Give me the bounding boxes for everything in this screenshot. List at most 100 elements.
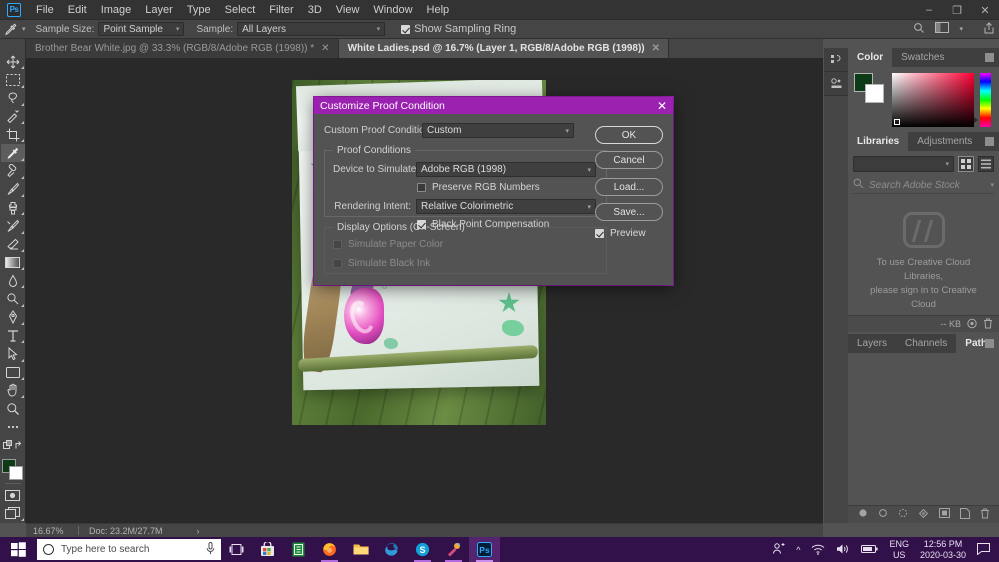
panel-menu-icon[interactable]: [985, 137, 994, 146]
rectangular-marquee-tool[interactable]: [1, 71, 25, 88]
status-expand-icon[interactable]: ›: [197, 526, 200, 536]
spot-healing-brush-tool[interactable]: [1, 163, 25, 180]
clone-stamp-tool[interactable]: [1, 199, 25, 216]
preserve-rgb-numbers-checkbox[interactable]: [417, 183, 426, 192]
panel-menu-icon[interactable]: [985, 339, 994, 348]
pen-tool[interactable]: [1, 309, 25, 326]
save-button[interactable]: Save...: [595, 203, 663, 221]
delete-icon[interactable]: [983, 318, 993, 331]
rectangle-tool[interactable]: [1, 364, 25, 381]
quick-mask-mode-icon[interactable]: [1, 487, 25, 504]
start-button[interactable]: [0, 537, 36, 562]
fill-path-icon[interactable]: [858, 508, 868, 521]
menu-help[interactable]: Help: [420, 0, 457, 20]
ok-button[interactable]: OK: [595, 126, 663, 144]
path-selection-tool[interactable]: [1, 345, 25, 362]
blur-tool[interactable]: [1, 272, 25, 289]
tab-swatches[interactable]: Swatches: [892, 48, 954, 67]
menu-view[interactable]: View: [329, 0, 367, 20]
skype-icon[interactable]: S: [407, 537, 438, 562]
rendering-intent-select[interactable]: Relative Colorimetric ▾: [416, 199, 596, 214]
sample-size-select[interactable]: Point Sample ▾: [98, 22, 185, 36]
sample-select[interactable]: All Layers ▾: [237, 22, 386, 36]
lasso-tool[interactable]: [1, 90, 25, 107]
zoom-level[interactable]: 16.67%: [26, 526, 78, 536]
task-view-icon[interactable]: [221, 537, 252, 562]
preview-checkbox[interactable]: [595, 229, 604, 238]
paths-list[interactable]: [848, 353, 999, 505]
history-panel-icon[interactable]: [824, 48, 848, 72]
show-sampling-ring-option[interactable]: Show Sampling Ring: [401, 23, 516, 35]
menu-image[interactable]: Image: [94, 0, 139, 20]
search-taskbar-input[interactable]: Type here to search: [37, 539, 221, 560]
make-work-path-icon[interactable]: [918, 508, 929, 522]
menu-type[interactable]: Type: [180, 0, 218, 20]
hue-strip[interactable]: [980, 73, 991, 127]
move-tool[interactable]: [1, 53, 25, 70]
menu-select[interactable]: Select: [218, 0, 263, 20]
menu-layer[interactable]: Layer: [138, 0, 180, 20]
tab-libraries[interactable]: Libraries: [848, 132, 909, 151]
grid-view-button[interactable]: [958, 156, 974, 172]
document-tab-brother-bear[interactable]: Brother Bear White.jpg @ 33.3% (RGB/8/Ad…: [26, 39, 339, 58]
eyedropper-tool[interactable]: [0, 144, 25, 162]
menu-3d[interactable]: 3D: [301, 0, 329, 20]
add-mask-icon[interactable]: [938, 508, 950, 521]
dialog-title-bar[interactable]: Customize Proof Condition ✕: [314, 97, 673, 114]
show-hidden-icons-chevron-icon[interactable]: ^: [796, 545, 800, 555]
notes-app-icon[interactable]: [283, 537, 314, 562]
firefox-icon[interactable]: [314, 537, 345, 562]
gradient-tool[interactable]: [1, 254, 25, 271]
people-icon[interactable]: [772, 542, 785, 557]
tab-channels[interactable]: Channels: [896, 334, 957, 353]
default-colors-icon[interactable]: [1, 437, 25, 454]
cancel-button[interactable]: Cancel: [595, 151, 663, 169]
background-color-swatch[interactable]: [8, 465, 23, 480]
hand-tool[interactable]: [1, 382, 25, 399]
clock[interactable]: 12:56 PM 2020-03-30: [920, 539, 966, 561]
battery-icon[interactable]: [861, 544, 879, 556]
background-color[interactable]: [865, 84, 884, 103]
properties-panel-icon[interactable]: [824, 72, 848, 96]
wifi-icon[interactable]: [811, 543, 825, 557]
edge-icon[interactable]: [376, 537, 407, 562]
restore-button[interactable]: ❐: [943, 0, 971, 20]
quick-selection-tool[interactable]: [1, 108, 25, 125]
color-picker-handle[interactable]: [894, 119, 900, 125]
horizontal-type-tool[interactable]: [1, 327, 25, 344]
stock-search-row[interactable]: Search Adobe Stock ▾: [853, 177, 994, 194]
tool-preset-chevron-icon[interactable]: ▾: [22, 25, 26, 33]
menu-window[interactable]: Window: [366, 0, 419, 20]
color-field[interactable]: [892, 73, 974, 127]
close-icon[interactable]: ✕: [321, 43, 329, 54]
language-indicator[interactable]: ENG US: [889, 539, 909, 561]
cloud-sync-icon[interactable]: [966, 318, 978, 331]
panel-menu-icon[interactable]: [985, 53, 994, 62]
list-view-button[interactable]: [978, 156, 994, 172]
tab-adjustments[interactable]: Adjustments: [908, 132, 982, 151]
document-tab-white-ladies[interactable]: White Ladies.psd @ 16.7% (Layer 1, RGB/8…: [338, 39, 669, 58]
delete-path-icon[interactable]: [980, 508, 990, 522]
history-brush-tool[interactable]: [1, 217, 25, 234]
dodge-tool[interactable]: [1, 290, 25, 307]
eraser-tool[interactable]: [1, 236, 25, 253]
stroke-path-icon[interactable]: [878, 508, 888, 521]
crop-tool[interactable]: [1, 126, 25, 143]
black-point-compensation-checkbox[interactable]: [417, 220, 426, 229]
close-icon[interactable]: ✕: [657, 99, 667, 113]
brush-tool[interactable]: [1, 181, 25, 198]
color-swatch-pair[interactable]: [854, 73, 884, 103]
show-sampling-ring-checkbox[interactable]: [401, 24, 411, 34]
share-icon[interactable]: [983, 21, 995, 37]
load-button[interactable]: Load...: [595, 178, 663, 196]
menu-edit[interactable]: Edit: [61, 0, 94, 20]
new-path-icon[interactable]: [959, 507, 970, 522]
search-icon[interactable]: [913, 22, 925, 37]
preserve-rgb-numbers-row[interactable]: Preserve RGB Numbers: [417, 182, 598, 193]
workspace-icon[interactable]: [935, 22, 950, 36]
zoom-tool[interactable]: [1, 400, 25, 417]
close-button[interactable]: ✕: [971, 0, 999, 20]
custom-proof-condition-select[interactable]: Custom ▾: [422, 123, 574, 138]
chevron-down-icon[interactable]: ▾: [990, 181, 994, 189]
tab-color[interactable]: Color: [848, 48, 893, 67]
